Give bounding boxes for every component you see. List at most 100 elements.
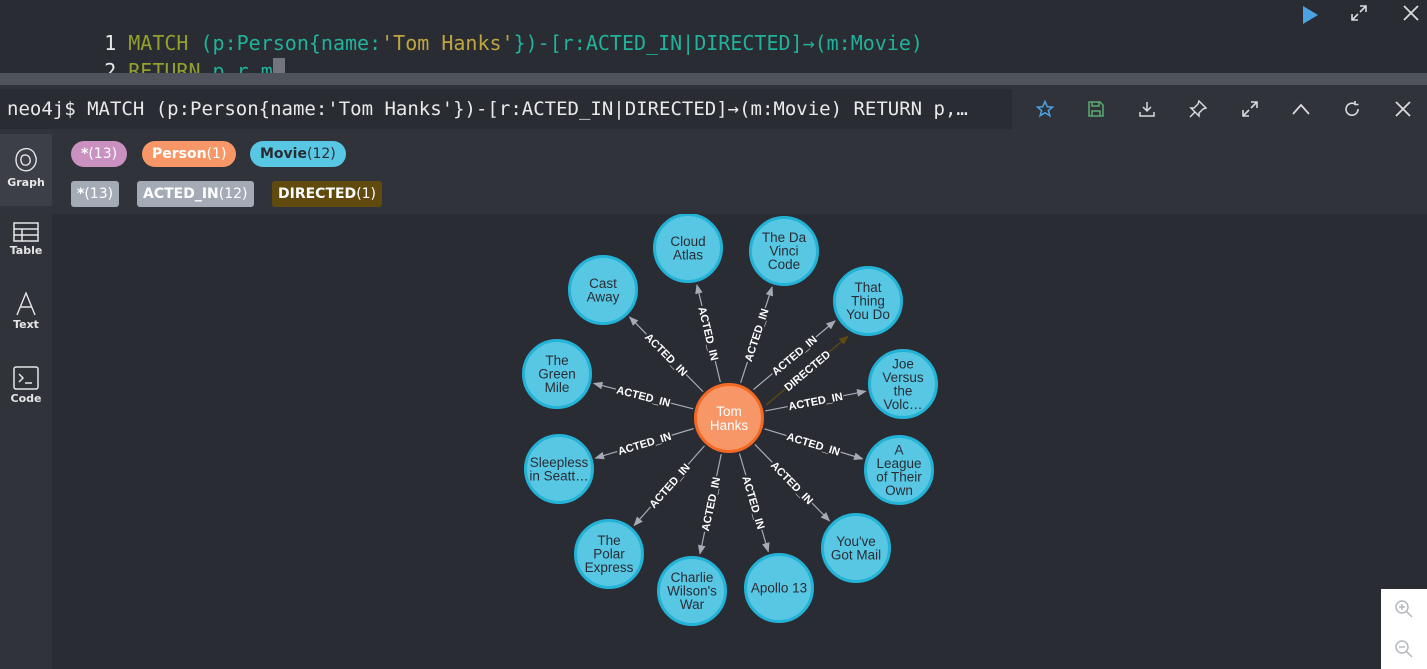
- view-sidebar: Graph Table Text Code: [0, 134, 52, 669]
- movie-node[interactable]: ThePolarExpress: [574, 519, 644, 589]
- graph-legend: *(13) Person(1) Movie(12) *(13) ACTED_IN…: [52, 134, 1427, 214]
- movie-node[interactable]: ThatThingYou Do: [833, 266, 903, 336]
- movie-node-label: Code: [768, 257, 800, 272]
- movie-node-label: Atlas: [673, 247, 703, 262]
- sidebar-item-table[interactable]: Table: [0, 206, 52, 278]
- editor-actions: [1303, 0, 1427, 68]
- legend-count: (13): [88, 146, 118, 162]
- legend-node-person[interactable]: Person(1): [142, 141, 237, 167]
- legend-count: (1): [206, 146, 227, 162]
- person-node-label: Tom: [716, 404, 742, 419]
- legend-count: (12): [306, 146, 336, 162]
- graph-icon: [15, 147, 37, 172]
- sidebar-item-label: Code: [10, 392, 42, 405]
- movie-node[interactable]: CloudAtlas: [653, 213, 723, 283]
- legend-label: Movie: [260, 146, 307, 162]
- legend-rel-acted-in[interactable]: ACTED_IN(12): [137, 181, 254, 207]
- person-node-label: Hanks: [710, 418, 749, 433]
- relationship-label: ACTED_IN: [786, 388, 845, 414]
- zoom-controls: [1381, 589, 1427, 669]
- legend-label: ACTED_IN: [143, 186, 219, 202]
- svg-text:ACTED_IN: ACTED_IN: [647, 462, 692, 511]
- movie-node[interactable]: Apollo 13: [744, 553, 814, 623]
- save-icon[interactable]: [1082, 95, 1110, 123]
- movie-node-label: Mile: [545, 380, 570, 395]
- svg-text:ACTED_IN: ACTED_IN: [615, 384, 671, 409]
- person-node[interactable]: TomHanks: [694, 383, 764, 453]
- sidebar-item-label: Table: [9, 244, 43, 257]
- sidebar-item-code[interactable]: Code: [0, 350, 52, 422]
- movie-node[interactable]: You'veGot Mail: [821, 513, 891, 583]
- movie-node[interactable]: TheGreenMile: [522, 339, 592, 409]
- editor-divider: [0, 73, 1427, 85]
- svg-text:ACTED_IN: ACTED_IN: [785, 431, 841, 459]
- sidebar-item-label: Text: [13, 318, 39, 331]
- legend-count: (12): [218, 186, 248, 202]
- result-frame-header: neo4j$ MATCH (p:Person{name:'Tom Hanks'}…: [0, 85, 1427, 134]
- movie-node[interactable]: CharlieWilson'sWar: [657, 556, 727, 626]
- star-icon[interactable]: [1031, 95, 1059, 123]
- relationship-label: ACTED_IN: [645, 459, 694, 512]
- editor-line-1: 1 MATCH (p:Person{name:'Tom Hanks'})-[r:A…: [0, 1, 923, 55]
- relationship-label: ACTED_IN: [697, 474, 724, 534]
- relationship-label: ACTED_IN: [614, 382, 673, 410]
- svg-text:ACTED_IN: ACTED_IN: [695, 306, 720, 362]
- refresh-icon[interactable]: [1338, 95, 1366, 123]
- movie-node-label: War: [680, 597, 705, 612]
- movie-node-label: in Seatt…: [529, 468, 588, 483]
- relationship-label: ACTED_IN: [641, 329, 692, 380]
- legend-label: Person: [152, 146, 207, 162]
- text-icon: [16, 292, 36, 316]
- svg-text:ACTED_IN: ACTED_IN: [739, 475, 766, 531]
- legend-count: (13): [84, 186, 114, 202]
- sidebar-item-text[interactable]: Text: [0, 278, 52, 350]
- legend-rel-all[interactable]: *(13): [71, 181, 120, 207]
- zoom-out-icon[interactable]: [1381, 629, 1427, 669]
- movie-node[interactable]: JoeVersustheVolc…: [868, 349, 938, 419]
- legend-node-movie[interactable]: Movie(12): [250, 141, 346, 167]
- play-icon[interactable]: [1296, 1, 1324, 29]
- sidebar-item-label: Graph: [7, 176, 45, 189]
- svg-text:ACTED_IN: ACTED_IN: [768, 459, 815, 507]
- graph-canvas[interactable]: ACTED_IN ACTED_IN ACTED_IN DIRECTED ACTED_IN…: [52, 213, 1427, 669]
- pin-icon[interactable]: [1184, 95, 1212, 123]
- svg-text:ACTED_IN: ACTED_IN: [642, 331, 689, 379]
- close-icon[interactable]: [1397, 0, 1425, 27]
- expand-icon[interactable]: [1345, 0, 1373, 27]
- movie-node-label: Apollo 13: [751, 581, 807, 596]
- close-icon[interactable]: [1389, 95, 1417, 123]
- legend-count: (1): [356, 186, 377, 202]
- relationship-label: ACTED_IN: [695, 304, 723, 363]
- relationship-label: ACTED_IN: [784, 428, 843, 459]
- svg-text:ACTED_IN: ACTED_IN: [617, 431, 673, 458]
- relationship-label: ACTED_IN: [739, 473, 769, 532]
- code-token: })-[r:ACTED_IN|DIRECTED]→(m:Movie): [513, 31, 923, 55]
- movie-node-label: You Do: [846, 307, 890, 322]
- table-icon: [13, 222, 39, 242]
- sidebar-item-graph[interactable]: Graph: [0, 134, 52, 206]
- movie-node[interactable]: CastAway: [568, 255, 638, 325]
- expand-icon[interactable]: [1236, 95, 1264, 123]
- editor-line-2: 2 RETURN p,r,m: [0, 29, 285, 83]
- relationship-label: ACTED_IN: [767, 457, 818, 508]
- neo4j-browser: 1 MATCH (p:Person{name:'Tom Hanks'})-[r:A…: [0, 0, 1427, 669]
- query-editor[interactable]: 1 MATCH (p:Person{name:'Tom Hanks'})-[r:A…: [0, 0, 1334, 83]
- legend-label: DIRECTED: [278, 186, 357, 202]
- svg-text:ACTED_IN: ACTED_IN: [743, 307, 772, 363]
- movie-node[interactable]: The DaVinciCode: [749, 216, 819, 286]
- download-icon[interactable]: [1133, 95, 1161, 123]
- legend-node-all[interactable]: *(13): [71, 141, 128, 167]
- movie-node[interactable]: Sleeplessin Seatt…: [524, 434, 594, 504]
- chevron-up-icon[interactable]: [1287, 95, 1315, 123]
- movie-node[interactable]: ALeagueof TheirOwn: [864, 435, 934, 505]
- legend-rel-directed[interactable]: DIRECTED(1): [272, 181, 383, 207]
- frame-query-title[interactable]: neo4j$ MATCH (p:Person{name:'Tom Hanks'}…: [0, 89, 1012, 129]
- movie-node-label: Express: [585, 560, 634, 575]
- relationship-label: ACTED_IN: [740, 305, 772, 365]
- zoom-in-icon[interactable]: [1381, 589, 1427, 629]
- graph-visualization[interactable]: ACTED_IN ACTED_INACTED_INDIRECTEDACTED_IN…: [52, 213, 1427, 669]
- movie-node-label: Got Mail: [831, 547, 881, 562]
- relationship-label: ACTED_IN: [615, 428, 674, 459]
- code-token: 'Tom Hanks': [381, 31, 514, 55]
- code-icon: [13, 366, 39, 390]
